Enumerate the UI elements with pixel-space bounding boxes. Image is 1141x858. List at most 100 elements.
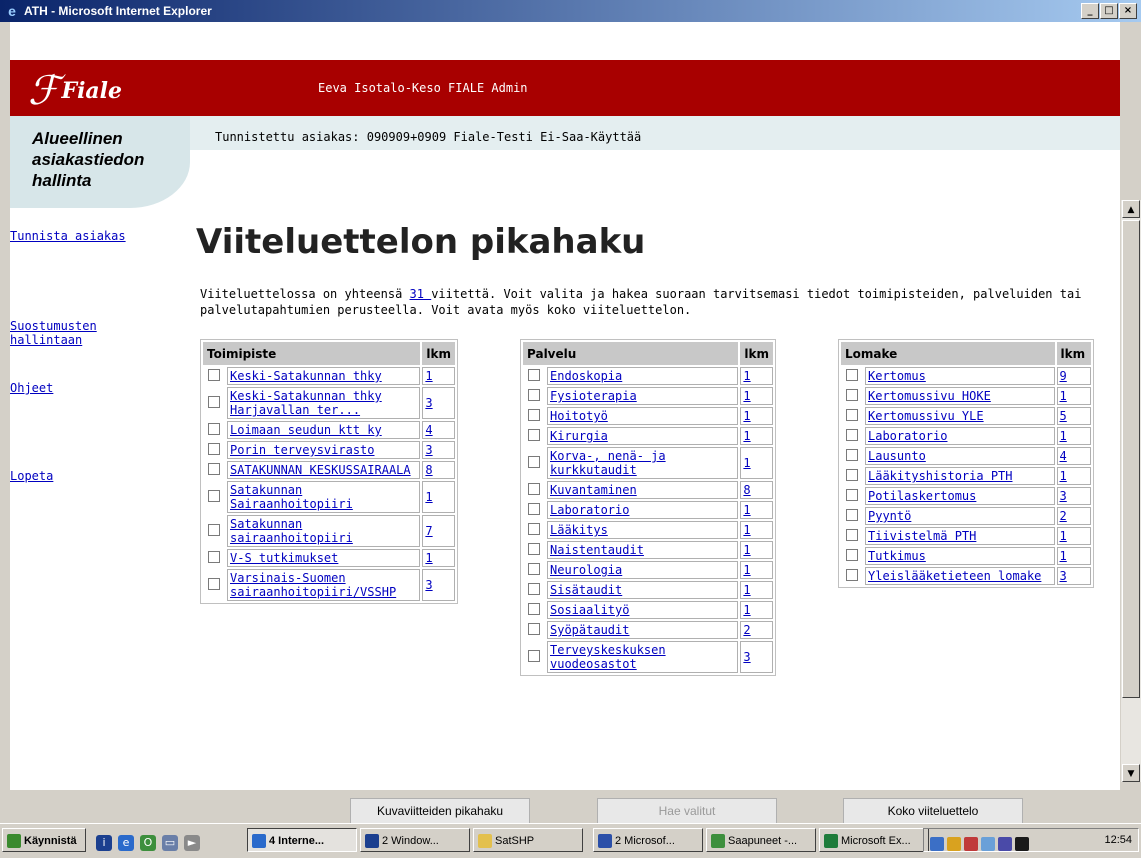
row-count-link[interactable]: 1: [743, 503, 750, 517]
row-name-link[interactable]: Kertomus: [868, 369, 926, 383]
vertical-scrollbar[interactable]: ▲ ▼: [1120, 200, 1141, 782]
row-checkbox[interactable]: [528, 388, 540, 401]
scroll-up-arrow-icon[interactable]: ▲: [1122, 200, 1140, 218]
taskbar-item-windows[interactable]: 2 Window...: [360, 828, 470, 852]
row-checkbox[interactable]: [528, 622, 540, 635]
row-name-link[interactable]: V-S tutkimukset: [230, 551, 338, 565]
row-count-link[interactable]: 1: [743, 409, 750, 423]
row-count-link[interactable]: 9: [1060, 369, 1067, 383]
row-checkbox[interactable]: [208, 422, 220, 435]
row-checkbox[interactable]: [208, 577, 220, 590]
outlook-icon[interactable]: O: [140, 834, 156, 851]
row-checkbox[interactable]: [846, 368, 858, 381]
row-count-link[interactable]: 1: [743, 603, 750, 617]
row-checkbox[interactable]: [528, 408, 540, 421]
row-count-link[interactable]: 1: [1060, 429, 1067, 443]
row-checkbox[interactable]: [528, 482, 540, 495]
row-checkbox[interactable]: [528, 649, 540, 662]
row-name-link[interactable]: Lausunto: [868, 449, 926, 463]
ie-quicklaunch-icon[interactable]: e: [118, 834, 134, 851]
media-icon[interactable]: ►: [184, 834, 200, 851]
close-button[interactable]: ×: [1119, 3, 1137, 19]
nav-logout[interactable]: Lopeta: [10, 469, 53, 483]
row-name-link[interactable]: Keski-Satakunnan thky: [230, 369, 382, 383]
row-count-link[interactable]: 1: [743, 563, 750, 577]
row-name-link[interactable]: Endoskopia: [550, 369, 622, 383]
row-count-link[interactable]: 1: [743, 583, 750, 597]
row-count-link[interactable]: 3: [425, 443, 432, 457]
row-checkbox[interactable]: [528, 455, 540, 468]
security-icon[interactable]: [947, 837, 961, 852]
row-checkbox[interactable]: [846, 568, 858, 581]
row-count-link[interactable]: 4: [1060, 449, 1067, 463]
row-count-link[interactable]: 3: [743, 650, 750, 664]
row-name-link[interactable]: Pyyntö: [868, 509, 911, 523]
row-name-link[interactable]: Kertomussivu YLE: [868, 409, 984, 423]
row-checkbox[interactable]: [846, 388, 858, 401]
row-count-link[interactable]: 3: [1060, 569, 1067, 583]
row-checkbox[interactable]: [846, 468, 858, 481]
row-name-link[interactable]: Yleislääketieteen lomake: [868, 569, 1041, 583]
fetch-selected-button[interactable]: Hae valitut: [597, 798, 777, 824]
taskbar-item-excel[interactable]: Microsoft Ex...: [819, 828, 929, 852]
row-count-link[interactable]: 5: [1060, 409, 1067, 423]
row-checkbox[interactable]: [846, 428, 858, 441]
row-count-link[interactable]: 1: [1060, 469, 1067, 483]
row-name-link[interactable]: Satakunnan Sairaanhoitopiiri: [230, 483, 353, 511]
row-checkbox[interactable]: [528, 502, 540, 515]
minimize-button[interactable]: _: [1081, 3, 1099, 19]
row-name-link[interactable]: Neurologia: [550, 563, 622, 577]
row-count-link[interactable]: 3: [1060, 489, 1067, 503]
row-name-link[interactable]: Kuvantaminen: [550, 483, 637, 497]
row-name-link[interactable]: Hoitotyö: [550, 409, 608, 423]
row-count-link[interactable]: 2: [1060, 509, 1067, 523]
row-count-link[interactable]: 2: [743, 623, 750, 637]
taskbar-item-word[interactable]: 2 Microsof...: [593, 828, 703, 852]
row-count-link[interactable]: 1: [743, 456, 750, 470]
row-count-link[interactable]: 3: [425, 396, 432, 410]
row-count-link[interactable]: 7: [425, 524, 432, 538]
row-checkbox[interactable]: [528, 582, 540, 595]
row-name-link[interactable]: Tutkimus: [868, 549, 926, 563]
row-name-link[interactable]: Fysioterapia: [550, 389, 637, 403]
row-checkbox[interactable]: [208, 523, 220, 536]
row-count-link[interactable]: 1: [1060, 389, 1067, 403]
nav-help[interactable]: Ohjeet: [10, 381, 53, 395]
row-count-link[interactable]: 1: [425, 369, 432, 383]
info-icon[interactable]: i: [96, 834, 112, 851]
row-count-link[interactable]: 3: [425, 578, 432, 592]
maximize-button[interactable]: □: [1100, 3, 1118, 19]
volume-icon[interactable]: [998, 837, 1012, 852]
row-name-link[interactable]: Lääkitys: [550, 523, 608, 537]
row-checkbox[interactable]: [846, 488, 858, 501]
row-name-link[interactable]: Satakunnan sairaanhoitopiiri: [230, 517, 353, 545]
row-name-link[interactable]: Keski-Satakunnan thky Harjavallan ter...: [230, 389, 382, 417]
row-checkbox[interactable]: [208, 368, 220, 381]
row-name-link[interactable]: Porin terveysvirasto: [230, 443, 375, 457]
row-count-link[interactable]: 1: [743, 523, 750, 537]
row-name-link[interactable]: Tiivistelmä PTH: [868, 529, 976, 543]
row-name-link[interactable]: Sosiaalityö: [550, 603, 629, 617]
taskbar-item-satshp[interactable]: SatSHP: [473, 828, 583, 852]
row-checkbox[interactable]: [528, 368, 540, 381]
row-checkbox[interactable]: [208, 489, 220, 502]
row-name-link[interactable]: Korva-, nenä- ja kurkkutaudit: [550, 449, 666, 477]
row-count-link[interactable]: 1: [1060, 529, 1067, 543]
row-name-link[interactable]: Sisätaudit: [550, 583, 622, 597]
row-checkbox[interactable]: [846, 508, 858, 521]
row-name-link[interactable]: SATAKUNNAN KESKUSSAIRAALA: [230, 463, 411, 477]
row-count-link[interactable]: 1: [743, 543, 750, 557]
nav-identify-patient[interactable]: Tunnista asiakas: [10, 229, 126, 243]
row-count-link[interactable]: 1: [743, 389, 750, 403]
row-name-link[interactable]: Varsinais-Suomen sairaanhoitopiiri/VSSHP: [230, 571, 396, 599]
row-checkbox[interactable]: [528, 562, 540, 575]
row-checkbox[interactable]: [846, 408, 858, 421]
intro-count-link[interactable]: 31: [410, 287, 432, 301]
monitor-icon[interactable]: [1015, 837, 1029, 852]
taskbar-item-ie[interactable]: 4 Interne...: [247, 828, 357, 852]
taskbar-item-outlook[interactable]: Saapuneet -...: [706, 828, 816, 852]
row-count-link[interactable]: 8: [425, 463, 432, 477]
row-count-link[interactable]: 8: [743, 483, 750, 497]
row-name-link[interactable]: Syöpätaudit: [550, 623, 629, 637]
row-name-link[interactable]: Kirurgia: [550, 429, 608, 443]
